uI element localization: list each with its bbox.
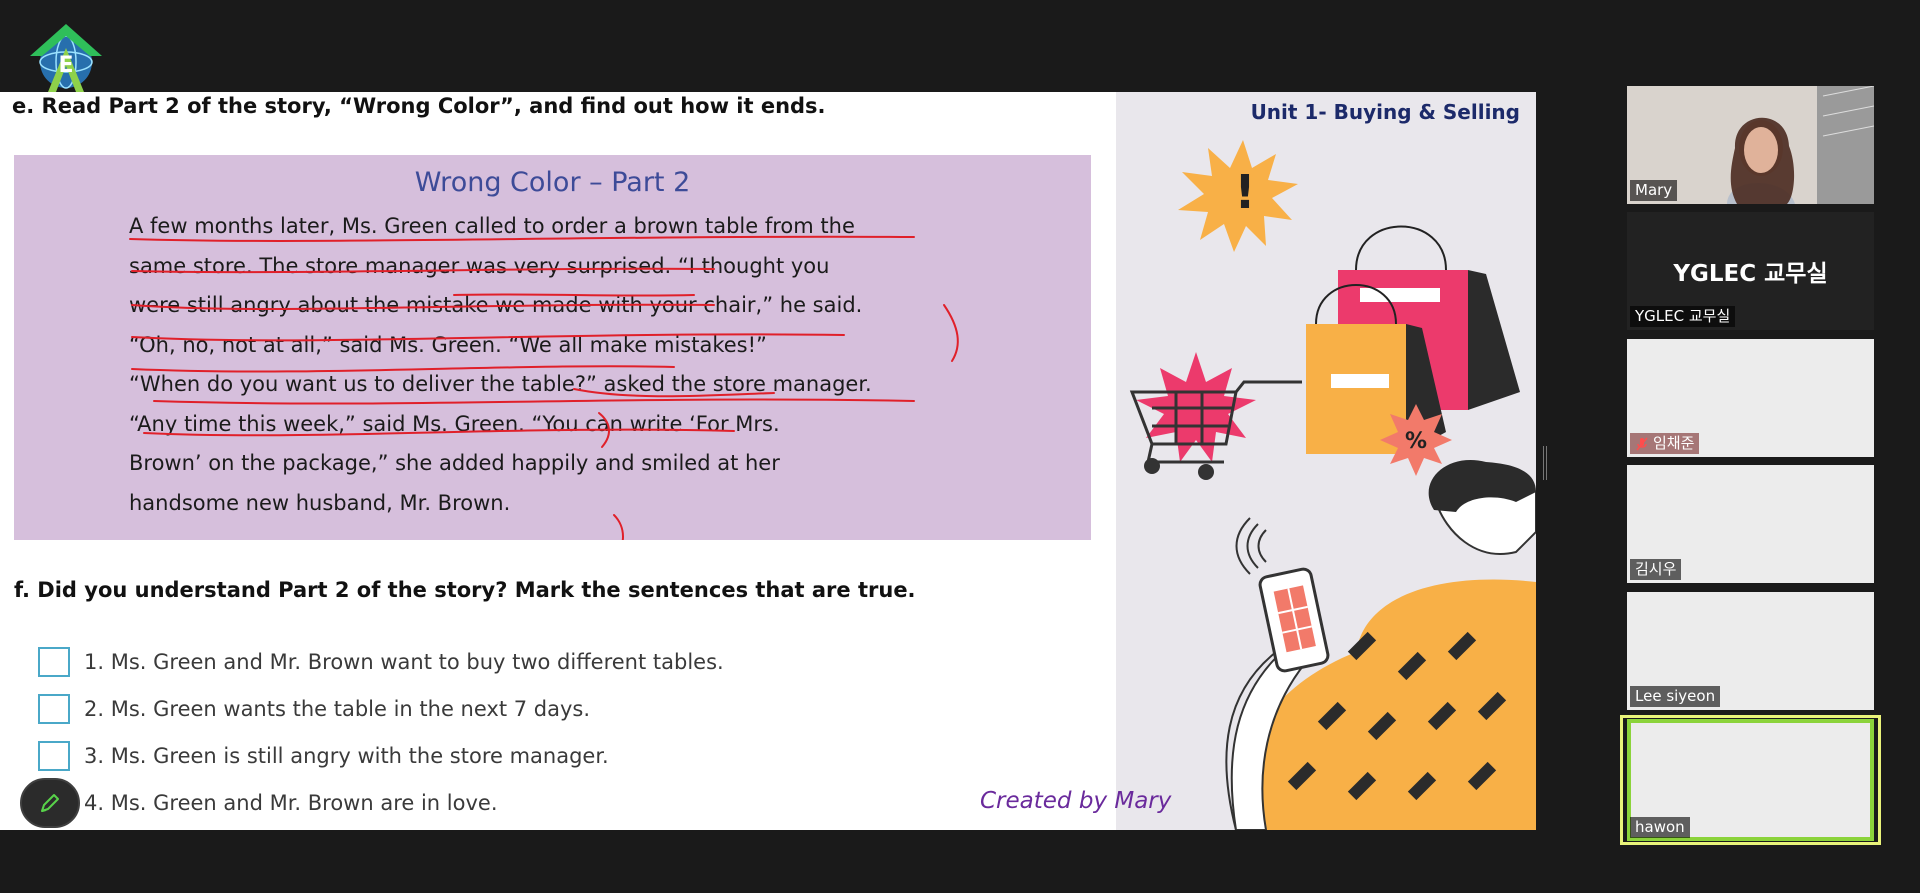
participant-name: Lee siyeon	[1630, 686, 1721, 707]
question-row: 4. Ms. Green and Mr. Brown are in love.	[38, 786, 498, 820]
story-line: Brown’ on the package,” she added happil…	[129, 451, 780, 475]
participant-name: Mary	[1630, 180, 1678, 201]
presentation-slide: ! % Unit 1- Buying & Selling e. Read Par…	[0, 92, 1536, 830]
question-row: 2. Ms. Green wants the table in the next…	[38, 692, 590, 726]
answer-checkbox[interactable]	[38, 694, 70, 724]
story-line: “Any time this week,” said Ms. Green. “Y…	[129, 411, 780, 436]
story-line: were still angry about the mistake we ma…	[129, 293, 863, 317]
participant-tile-3[interactable]: 임채준	[1627, 339, 1874, 457]
participant-display-label: YGLEC 교무실	[1673, 261, 1828, 287]
answer-checkbox[interactable]	[38, 741, 70, 771]
participant-name: 김시우	[1630, 559, 1682, 580]
participant-tile-5[interactable]: Lee siyeon	[1627, 592, 1874, 710]
participant-tile-4[interactable]: 김시우	[1627, 465, 1874, 583]
question-row: 3. Ms. Green is still angry with the sto…	[38, 739, 609, 773]
slide-illustration-panel: ! % Unit 1- Buying & Selling	[1116, 92, 1536, 830]
participant-name: 임채준	[1653, 434, 1695, 452]
orange-bag	[1306, 324, 1406, 454]
percent-label: %	[1405, 429, 1427, 454]
svg-text:E: E	[58, 53, 73, 78]
participant-tile-mary[interactable]: Mary	[1627, 86, 1874, 204]
story-box: Wrong Color – Part 2 A few months later,…	[14, 155, 1091, 540]
story-title: Wrong Color – Part 2	[414, 167, 691, 198]
story-line: same store. The store manager was very s…	[129, 253, 830, 278]
participant-tile-hawon[interactable]: hawon	[1627, 719, 1874, 841]
shopping-illustration: ! %	[1129, 140, 1536, 830]
participant-name: hawon	[1630, 817, 1690, 838]
instruction-e: e. Read Part 2 of the story, “Wrong Colo…	[12, 94, 826, 118]
unit-title: Unit 1- Buying & Selling	[1250, 100, 1520, 124]
question-text: 4. Ms. Green and Mr. Brown are in love.	[84, 791, 498, 815]
pencil-icon	[41, 794, 59, 812]
participant-name-tag: 임채준	[1630, 433, 1700, 454]
story-line: A few months later, Ms. Green called to …	[129, 214, 855, 238]
credit-text: Created by Mary	[980, 788, 1172, 814]
story-line: “When do you want us to deliver the tabl…	[129, 372, 872, 396]
story-line: handsome new husband, Mr. Brown.	[129, 490, 511, 515]
question-text: 1. Ms. Green and Mr. Brown want to buy t…	[84, 650, 724, 674]
instruction-f: f. Did you understand Part 2 of the stor…	[14, 578, 916, 602]
story-line: “Oh, no, not at all,” said Ms. Green. “W…	[129, 332, 767, 357]
muted-mic-icon	[1636, 437, 1648, 450]
question-text: 2. Ms. Green wants the table in the next…	[84, 697, 591, 721]
question-text: 3. Ms. Green is still angry with the sto…	[84, 744, 609, 768]
academy-logo: E	[26, 22, 106, 94]
academy-globe-logo-icon: E	[30, 24, 102, 92]
answer-checkbox[interactable]	[38, 647, 70, 677]
panel-resize-handle[interactable]	[1543, 446, 1547, 480]
participant-name: YGLEC 교무실	[1630, 306, 1736, 327]
question-row: 1. Ms. Green and Mr. Brown want to buy t…	[38, 645, 724, 679]
annotate-pen-button[interactable]	[20, 778, 80, 828]
story-text: A few months later, Ms. Green called to …	[129, 207, 872, 523]
burst-label: !	[1235, 165, 1256, 219]
wifi-signal-icon	[1235, 517, 1267, 575]
participant-tile-yglec[interactable]: YGLEC 교무실 YGLEC 교무실	[1627, 212, 1874, 330]
